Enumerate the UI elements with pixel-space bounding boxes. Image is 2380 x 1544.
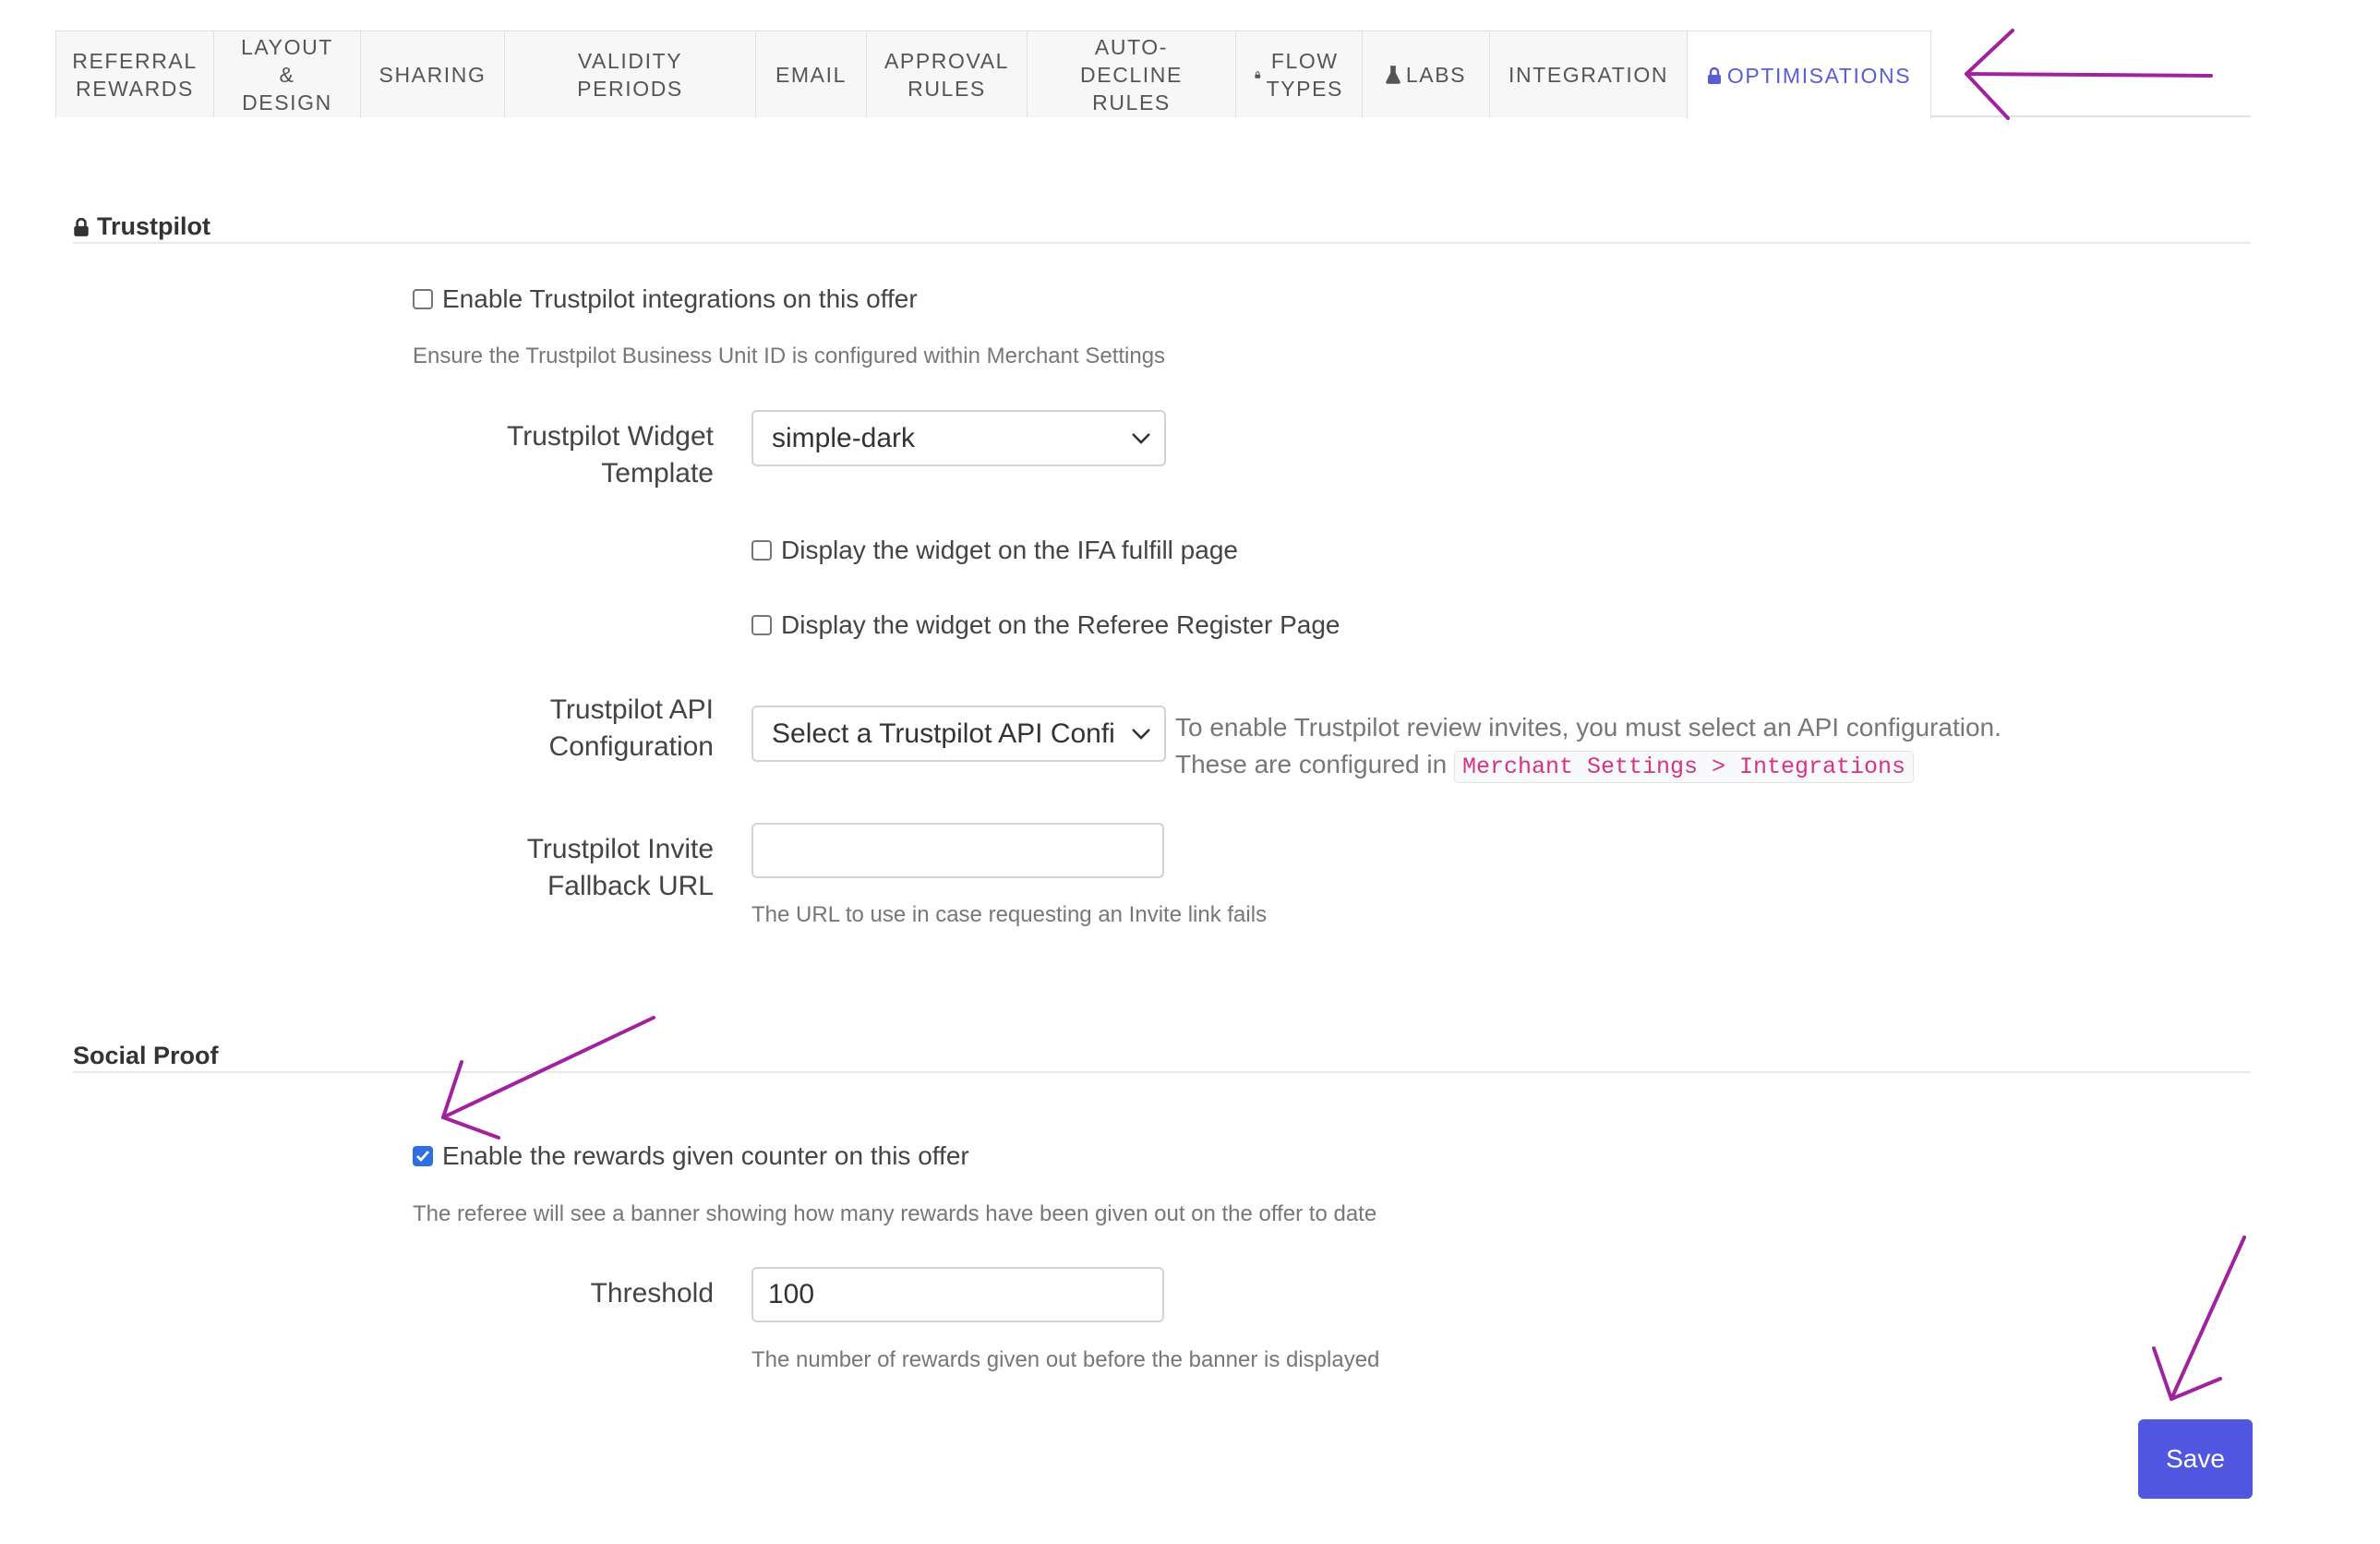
fallback-url-label: Trustpilot Invite Fallback URL bbox=[526, 834, 714, 901]
trustpilot-title-text: Trustpilot bbox=[97, 212, 210, 240]
threshold-value: 100 bbox=[768, 1279, 815, 1309]
save-button[interactable]: Save bbox=[2138, 1419, 2253, 1499]
fallback-url-input[interactable] bbox=[751, 823, 1164, 878]
rewards-counter-help: The referee will see a banner showing ho… bbox=[413, 1201, 1377, 1226]
social-proof-title-text: Social Proof bbox=[73, 1042, 219, 1069]
chevron-down-icon bbox=[1132, 432, 1150, 444]
arrow-to-rewards-checkbox bbox=[441, 1016, 655, 1140]
api-config-desc-line1: To enable Trustpilot review invites, you… bbox=[1175, 713, 2001, 742]
tab-layout-design[interactable]: Layout & Design bbox=[213, 30, 361, 117]
rewards-counter-row: Enable the rewards given counter on this… bbox=[413, 1141, 969, 1171]
merchant-settings-code: Merchant Settings > Integrations bbox=[1453, 751, 1915, 783]
referee-widget-checkbox[interactable] bbox=[751, 615, 772, 635]
ifa-widget-label: Display the widget on the IFA fulfill pa… bbox=[781, 536, 1238, 564]
api-config-description: To enable Trustpilot review invites, you… bbox=[1175, 709, 2001, 786]
tab-optimisations[interactable]: Optimisations bbox=[1687, 30, 1931, 119]
referee-widget-row: Display the widget on the Referee Regist… bbox=[751, 610, 1340, 640]
ifa-widget-checkbox[interactable] bbox=[751, 540, 772, 561]
tab-approval-rules[interactable]: Approval Rules bbox=[866, 30, 1028, 117]
api-config-value: Select a Trustpilot API Confi bbox=[772, 718, 1115, 749]
api-config-select[interactable]: Select a Trustpilot API Confi bbox=[751, 706, 1166, 762]
widget-template-select[interactable]: simple-dark bbox=[751, 410, 1166, 466]
api-config-desc-line2: These are configured in Merchant Setting… bbox=[1175, 746, 2001, 786]
social-proof-section-title: Social Proof bbox=[73, 1042, 219, 1070]
api-config-label: Trustpilot API Configuration bbox=[548, 694, 714, 762]
threshold-help: The number of rewards given out before t… bbox=[751, 1347, 1380, 1372]
rewards-counter-checkbox[interactable] bbox=[413, 1146, 433, 1166]
tab-optimisations-label: Optimisations bbox=[1726, 63, 1912, 88]
fallback-url-help: The URL to use in case requesting an Inv… bbox=[751, 902, 1268, 927]
lock-icon bbox=[1255, 70, 1261, 78]
chevron-down-icon bbox=[1132, 728, 1150, 740]
social-proof-divider bbox=[73, 1071, 2251, 1073]
tab-flow-types[interactable]: Flow Types bbox=[1235, 30, 1363, 117]
widget-template-value: simple-dark bbox=[772, 422, 916, 453]
tab-labs[interactable]: Labs bbox=[1362, 30, 1490, 117]
ifa-widget-row: Display the widget on the IFA fulfill pa… bbox=[751, 536, 1238, 565]
tab-auto-decline-rules[interactable]: Auto-Decline Rules bbox=[1027, 30, 1236, 117]
api-config-desc-text: These are configured in bbox=[1175, 750, 1448, 778]
tab-validity-periods[interactable]: Validity Periods bbox=[504, 30, 756, 117]
trustpilot-section-title: Trustpilot bbox=[73, 212, 210, 241]
tab-integration[interactable]: Integration bbox=[1489, 30, 1688, 117]
check-icon bbox=[416, 1151, 430, 1163]
flask-icon bbox=[1386, 65, 1400, 84]
settings-tab-bar: Referral Rewards Layout & Design Sharing… bbox=[55, 30, 2251, 119]
rewards-counter-label: Enable the rewards given counter on this… bbox=[442, 1141, 969, 1170]
referee-widget-label: Display the widget on the Referee Regist… bbox=[781, 610, 1340, 639]
tab-flow-types-label: Flow Types bbox=[1266, 48, 1343, 101]
lock-icon bbox=[1707, 66, 1721, 84]
tab-email[interactable]: Email bbox=[755, 30, 867, 117]
tab-labs-label: Labs bbox=[1405, 62, 1467, 87]
trustpilot-enable-label: Enable Trustpilot integrations on this o… bbox=[442, 284, 918, 313]
threshold-input[interactable]: 100 bbox=[751, 1267, 1164, 1322]
trustpilot-divider bbox=[73, 242, 2251, 244]
lock-icon bbox=[74, 217, 89, 236]
trustpilot-enable-checkbox[interactable] bbox=[413, 289, 433, 309]
widget-template-label: Trustpilot Widget Template bbox=[507, 421, 714, 489]
threshold-label: Threshold bbox=[590, 1278, 714, 1309]
trustpilot-enable-row: Enable Trustpilot integrations on this o… bbox=[413, 284, 918, 314]
tab-sharing[interactable]: Sharing bbox=[360, 30, 505, 117]
trustpilot-enable-help: Ensure the Trustpilot Business Unit ID i… bbox=[413, 344, 1166, 368]
arrow-to-save-button bbox=[2152, 1236, 2246, 1401]
tab-referral-rewards[interactable]: Referral Rewards bbox=[55, 30, 214, 117]
